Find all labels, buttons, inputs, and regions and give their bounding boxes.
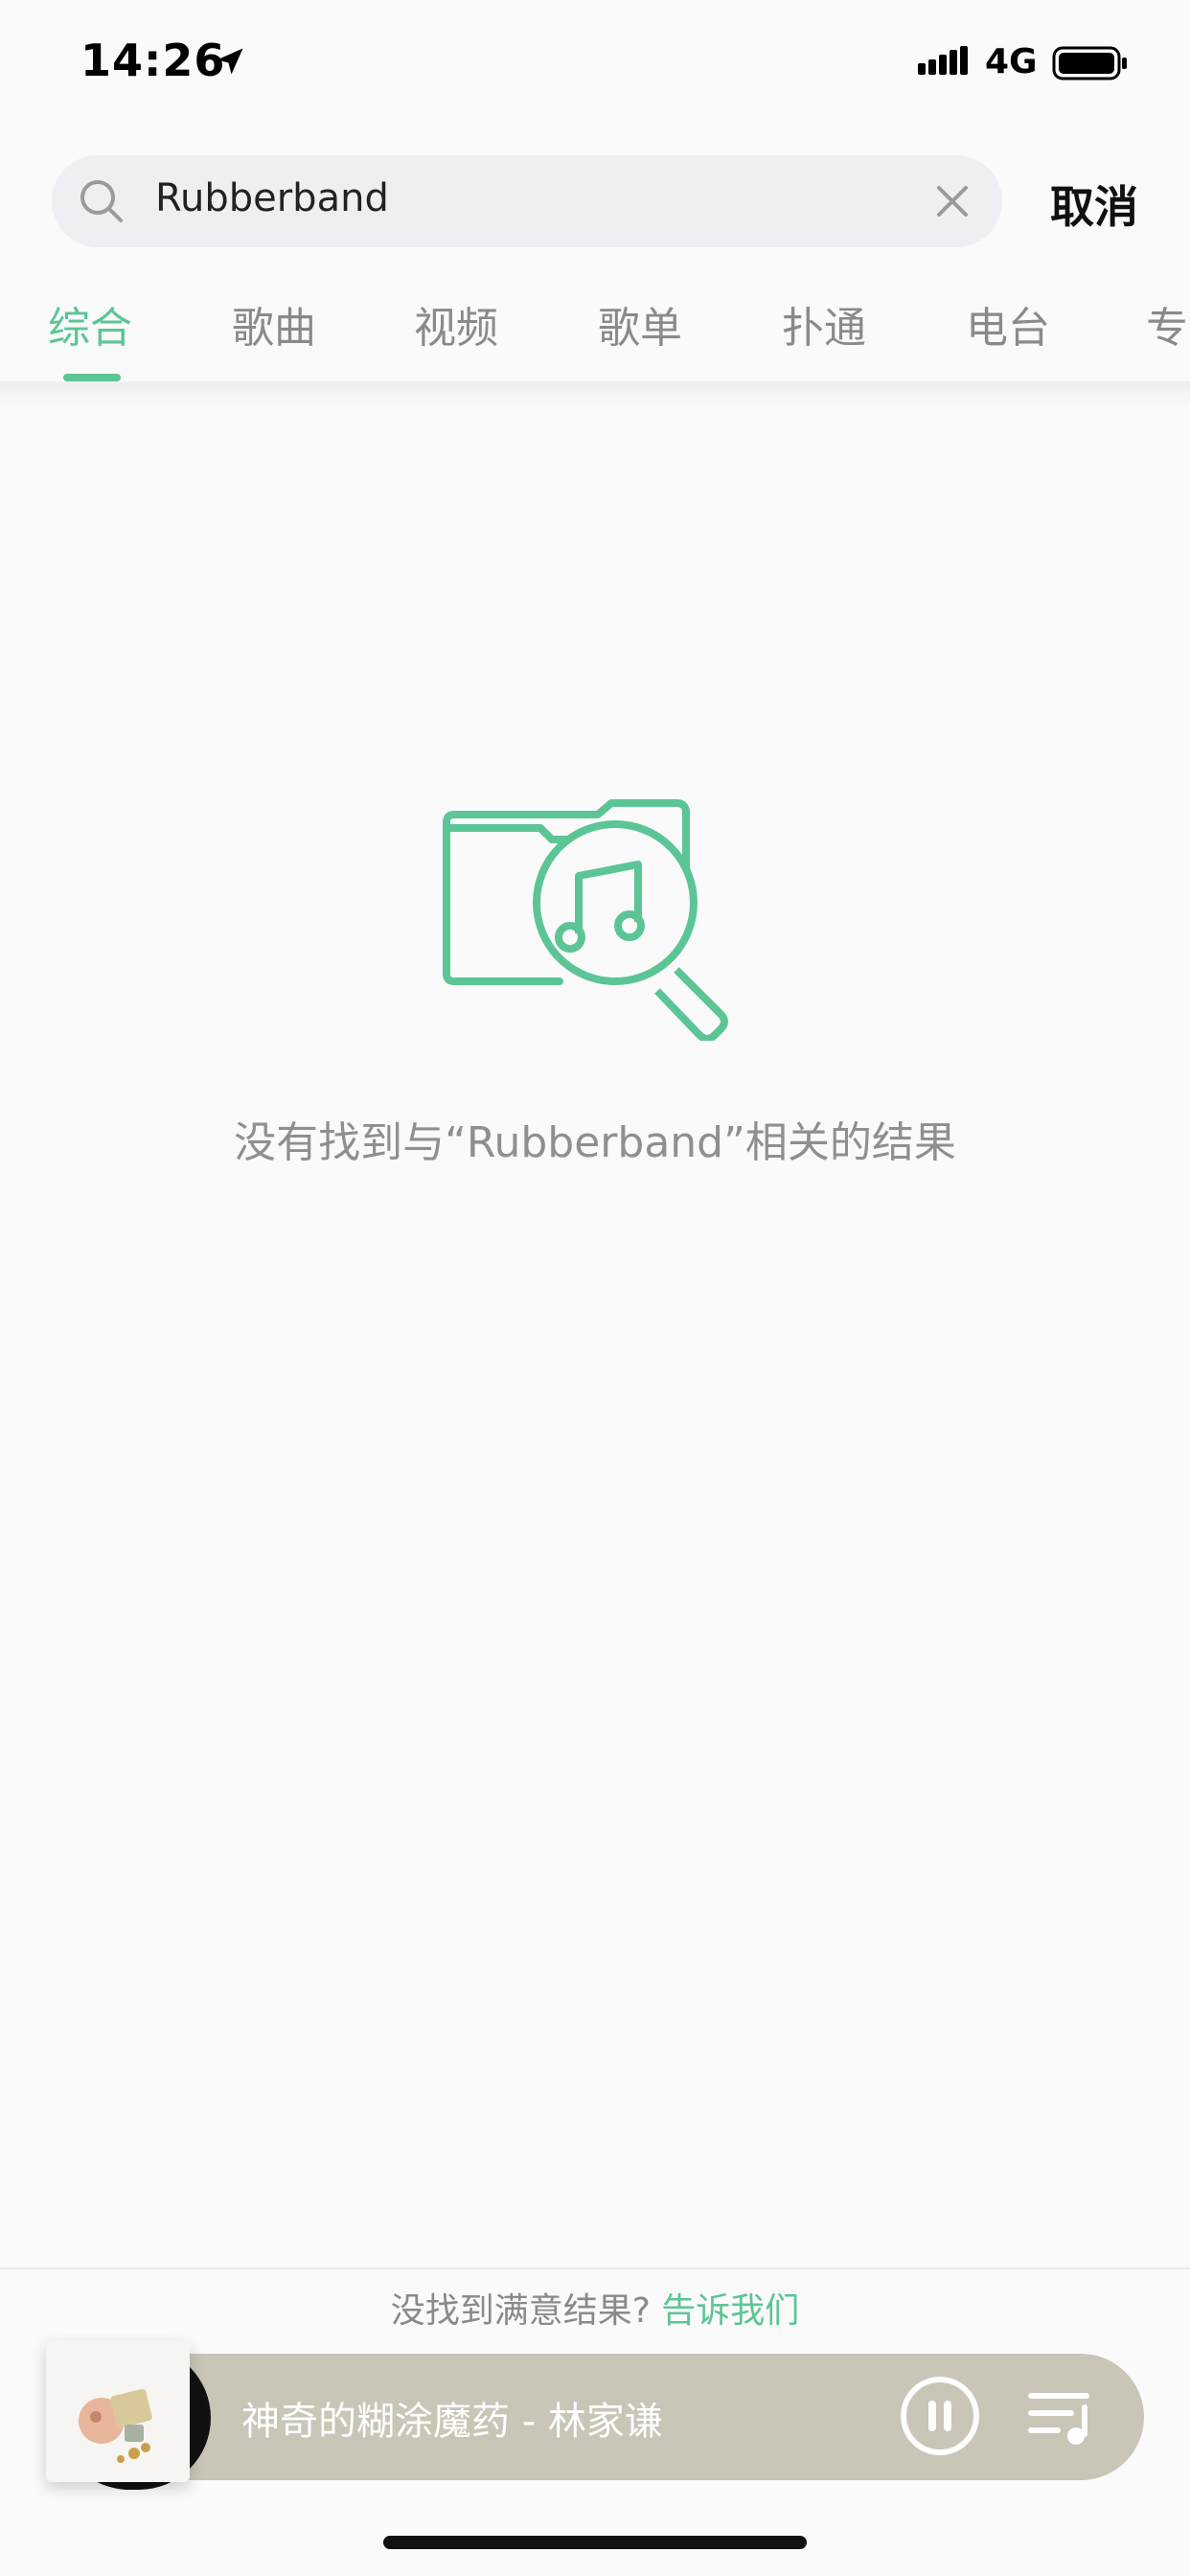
tab-radio[interactable]: 电台 [966,293,1050,355]
battery-icon [1052,46,1127,80]
home-indicator[interactable] [383,2536,807,2549]
tab-songs[interactable]: 歌曲 [232,293,316,355]
feedback-row: 没找到满意结果? 告诉我们 [0,2283,1190,2333]
signal-icon [918,46,968,75]
clear-icon[interactable] [931,180,973,222]
tab-albums[interactable]: 专 [1146,293,1188,355]
feedback-link[interactable]: 告诉我们 [661,2291,799,2331]
status-bar: 14:26 4G [0,0,1190,134]
tab-comprehensive[interactable]: 综合 [48,293,132,355]
tab-videos[interactable]: 视频 [414,293,498,355]
tabs-divider [0,381,1190,408]
result-tabs: 综合 歌曲 视频 歌单 扑通 电台 专 [0,280,1190,383]
album-art-graphic [79,2388,152,2463]
tab-putong[interactable]: 扑通 [782,293,866,355]
feedback-prompt: 没找到满意结果? [390,2291,651,2331]
location-arrow-icon [217,48,243,75]
pause-icon[interactable] [899,2375,981,2457]
network-type: 4G [985,42,1038,81]
playlist-icon[interactable] [1027,2386,1094,2448]
tab-playlists[interactable]: 歌单 [598,293,682,355]
search-query[interactable]: Rubberband [155,176,389,220]
music-folder-search-icon [443,799,728,1041]
feedback-divider [0,2267,1190,2269]
tab-active-indicator [63,374,121,381]
now-playing-title[interactable]: 神奇的糊涂魔药 - 林家谦 [241,2390,663,2446]
empty-state-message: 没有找到与“Rubberband”相关的结果 [234,1118,956,1167]
cancel-button[interactable]: 取消 [1050,172,1138,236]
status-time: 14:26 [80,34,226,86]
search-icon [80,180,123,222]
album-art[interactable] [46,2340,190,2482]
search-input[interactable]: Rubberband [52,155,1002,247]
